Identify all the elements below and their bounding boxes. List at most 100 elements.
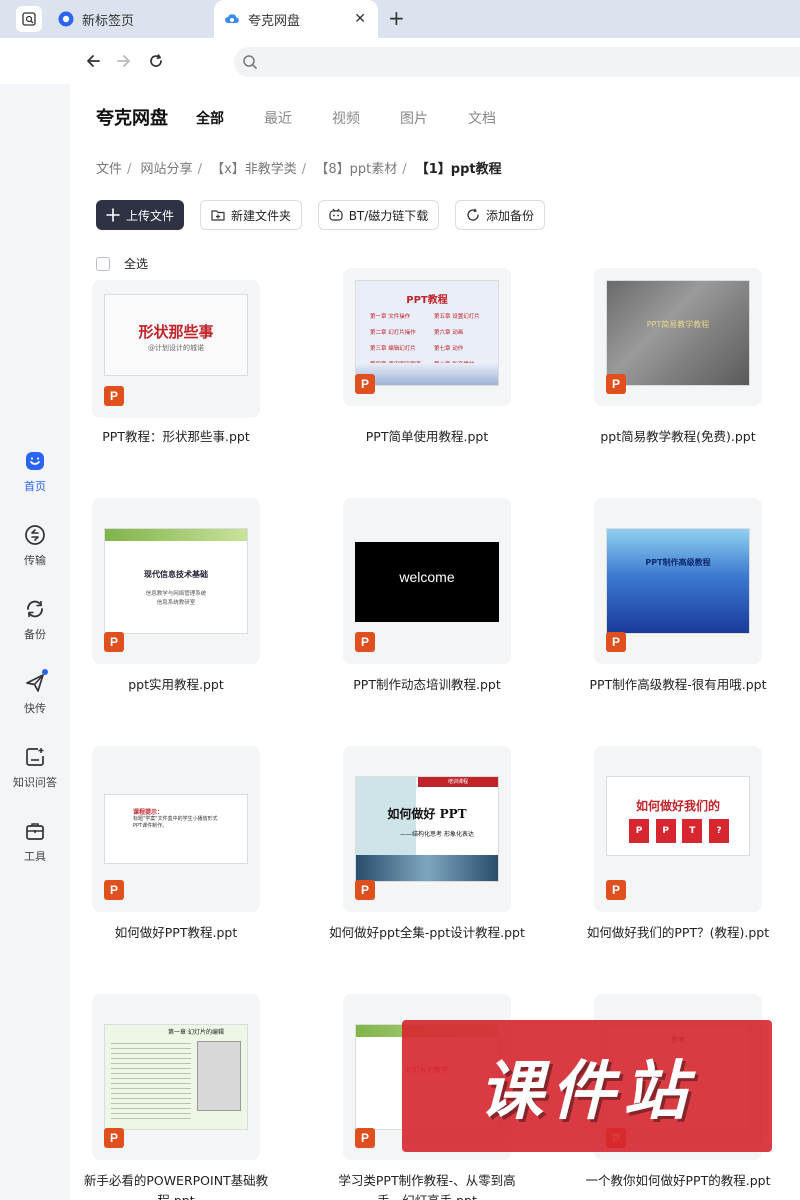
thumbnail-chapter: 第六章 动画 [434, 330, 464, 336]
thumbnail-hanging-cards: P P T ? [629, 819, 729, 843]
tab-search-icon [22, 12, 36, 26]
file-name[interactable]: 一个教你如何做好PPT的教程.ppt [578, 1171, 778, 1191]
thumbnail-subtitle: ——结构化思考 形象化表达 [400, 831, 474, 838]
new-folder-button[interactable]: 新建文件夹 [200, 200, 302, 230]
file-name[interactable]: ppt简易教学教程(免费).ppt [578, 427, 778, 447]
paper-plane-icon [26, 674, 44, 692]
breadcrumb-item[interactable]: 【8】ppt素材 [315, 162, 397, 177]
address-bar[interactable] [234, 47, 800, 77]
thumbnail-title: PPT教程 [406, 295, 448, 306]
file-name[interactable]: ppt实用教程.ppt [76, 675, 276, 695]
tab-documents[interactable]: 文档 [468, 108, 496, 128]
breadcrumb-separator: / [402, 162, 407, 177]
new-tab-plus-icon[interactable]: + [388, 7, 405, 29]
tab-all[interactable]: 全部 [196, 108, 224, 128]
select-all-checkbox[interactable] [96, 256, 110, 271]
file-name[interactable]: 新手必看的POWERPOINT基础教程.ppt [76, 1171, 276, 1200]
tab-video[interactable]: 视频 [332, 108, 360, 128]
breadcrumb-item[interactable]: 【x】非教学类 [211, 162, 297, 177]
thumbnail-letter-card: P [655, 819, 676, 843]
thumbnail-tag: 培训课程 [418, 777, 498, 787]
thumbnail-chapter: 第二章 幻灯片操作 [370, 330, 416, 336]
file-card[interactable]: 形状那些事 @计划设计的城诺 P [92, 280, 260, 418]
file-name[interactable]: 如何做好ppt全集-ppt设计教程.ppt [327, 923, 527, 943]
tab-quark-drive[interactable]: 夸克网盘 ✕ [214, 0, 378, 38]
sidebar-item-label: 快传 [24, 702, 46, 715]
reload-icon[interactable] [145, 50, 167, 72]
add-backup-button[interactable]: 添加备份 [455, 200, 545, 230]
close-icon[interactable]: ✕ [354, 11, 366, 27]
file-thumbnail: welcome [355, 542, 499, 622]
file-card[interactable]: 第一章 幻灯片的编辑 P [92, 994, 260, 1160]
ppt-file-icon: P [606, 880, 626, 900]
file-thumbnail: 形状那些事 @计划设计的城诺 [104, 294, 248, 376]
file-name[interactable]: 如何做好我们的PPT？(教程).ppt [578, 923, 778, 943]
breadcrumb-item[interactable]: 网站分享 [141, 162, 193, 177]
tab-recent[interactable]: 最近 [264, 108, 292, 128]
file-thumbnail: PPT制作高级教程 [606, 528, 750, 634]
sidebar-item-label: 知识问答 [13, 776, 57, 789]
sidebar-item-home[interactable]: 首页 [0, 450, 70, 494]
file-card[interactable]: PPT教程 第一章 文件操作 第二章 幻灯片操作 第三章 编辑幻灯片 第四章 使… [343, 268, 511, 406]
select-all[interactable]: 全选 [96, 255, 148, 272]
sidebar-item-tools[interactable]: 工具 [0, 820, 70, 864]
breadcrumb-current: 【1】ppt教程 [415, 162, 502, 177]
sidebar-item-quick-send[interactable]: 快传 [0, 669, 70, 716]
sidebar-item-transfer[interactable]: 传输 [0, 524, 70, 568]
thumbnail-header-bar [105, 529, 247, 541]
thumbnail-letter-card: T [682, 819, 703, 843]
bt-magnet-download-button[interactable]: BT/磁力链下载 [318, 200, 439, 230]
back-arrow-icon[interactable] [82, 50, 104, 72]
forward-arrow-icon[interactable] [113, 50, 135, 72]
file-card[interactable]: 如何做好我们的 P P T ? P [594, 746, 762, 912]
file-name[interactable]: PPT制作高级教程-很有用哦.ppt [578, 675, 778, 695]
add-backup-label: 添加备份 [485, 208, 534, 223]
toolbox-icon [26, 823, 44, 840]
thumbnail-text-lines [111, 1039, 191, 1119]
thumbnail-title: 现代信息技术基础 [144, 570, 208, 579]
breadcrumb-separator: / [127, 162, 132, 177]
new-folder-icon [211, 210, 225, 221]
thumbnail-title: 第一章 幻灯片的编辑 [168, 1029, 224, 1036]
file-name[interactable]: 学习类PPT制作教程-、从零到高手，幻灯高手.ppt [327, 1171, 527, 1200]
tab-images[interactable]: 图片 [400, 108, 428, 128]
file-thumbnail: 现代信息技术基础 信息教学与网络管理系统 信息系统教研室 [104, 528, 248, 634]
file-thumbnail: PPT教程 第一章 文件操作 第二章 幻灯片操作 第三章 编辑幻灯片 第四章 使… [355, 280, 499, 386]
tab-new-tab[interactable]: 新标签页 [52, 0, 212, 38]
file-card[interactable]: PPT简易教学教程 P [594, 268, 762, 406]
thumbnail-title: PPT简易教学教程 [646, 320, 710, 329]
watermark-stamp: 课件站 [402, 1020, 772, 1152]
file-card[interactable]: PPT制作高级教程 P [594, 498, 762, 664]
sidebar-item-backup[interactable]: 备份 [0, 598, 70, 642]
sidebar-item-label: 首页 [24, 480, 46, 493]
cloud-drive-icon [225, 14, 239, 23]
upload-file-button[interactable]: 上传文件 [96, 200, 184, 230]
file-card[interactable]: welcome P [343, 498, 511, 664]
thumbnail-title: 如何做好我们的 [635, 799, 720, 813]
ppt-file-icon: P [355, 1128, 375, 1148]
file-thumbnail: 如何做好我们的 P P T ? [606, 776, 750, 856]
file-card[interactable]: 现代信息技术基础 信息教学与网络管理系统 信息系统教研室 P [92, 498, 260, 664]
thumbnail-chapter: 第三章 编辑幻灯片 [370, 346, 416, 352]
thumbnail-mountain-decoration [356, 363, 498, 385]
tab-search-button[interactable] [16, 6, 42, 32]
knowledge-note-icon [26, 748, 44, 766]
backup-icon [467, 208, 479, 221]
breadcrumb-separator: / [197, 162, 202, 177]
file-name[interactable]: 如何做好PPT教程.ppt [76, 923, 276, 943]
ppt-file-icon: P [606, 374, 626, 394]
browser-toolbar [0, 38, 800, 84]
thumbnail-subtitle: 标题"学案"文件盒中的学生小播放形式 [133, 816, 218, 822]
thumbnail-chapter: 第一章 文件操作 [370, 314, 411, 320]
sidebar-item-knowledge-qa[interactable]: 知识问答 [0, 746, 70, 790]
file-name[interactable]: PPT教程：形状那些事.ppt [76, 427, 276, 447]
breadcrumb-item[interactable]: 文件 [96, 162, 122, 177]
search-icon [243, 55, 257, 69]
sidebar-item-label: 传输 [24, 554, 46, 567]
thumbnail-chapter: 第五章 设置幻灯片 [434, 314, 480, 320]
thumbnail-subtitle: 信息教学与网络管理系统 [145, 591, 207, 597]
file-card[interactable]: 培训课程 如何做好 PPT ——结构化思考 形象化表达 P [343, 746, 511, 912]
file-card[interactable]: 课程提示： 标题"学案"文件盒中的学生小播放形式 PPT课件制作。 P [92, 746, 260, 912]
file-name[interactable]: PPT制作动态培训教程.ppt [327, 675, 527, 695]
file-name[interactable]: PPT简单使用教程.ppt [327, 427, 527, 447]
